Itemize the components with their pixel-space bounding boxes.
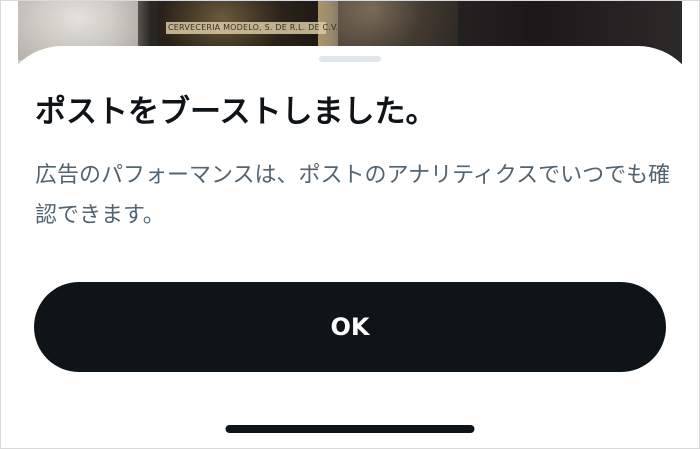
home-indicator (225, 425, 475, 433)
ok-button[interactable]: OK (34, 282, 666, 372)
bottle-label-text: CERVECERIA MODELO, S. DE R.L. DE C.V. (168, 23, 339, 32)
screen: CERVECERIA MODELO, S. DE R.L. DE C.V. ポス… (0, 0, 700, 449)
sheet-title: ポストをブーストしました。 (35, 94, 437, 130)
bottom-sheet: ポストをブーストしました。 広告のパフォーマンスは、ポストのアナリティクスでいつ… (0, 46, 700, 449)
sheet-grabber-handle[interactable] (319, 56, 381, 62)
sheet-description: 広告のパフォーマンスは、ポストのアナリティクスでいつでも確認できます。 (35, 163, 671, 228)
